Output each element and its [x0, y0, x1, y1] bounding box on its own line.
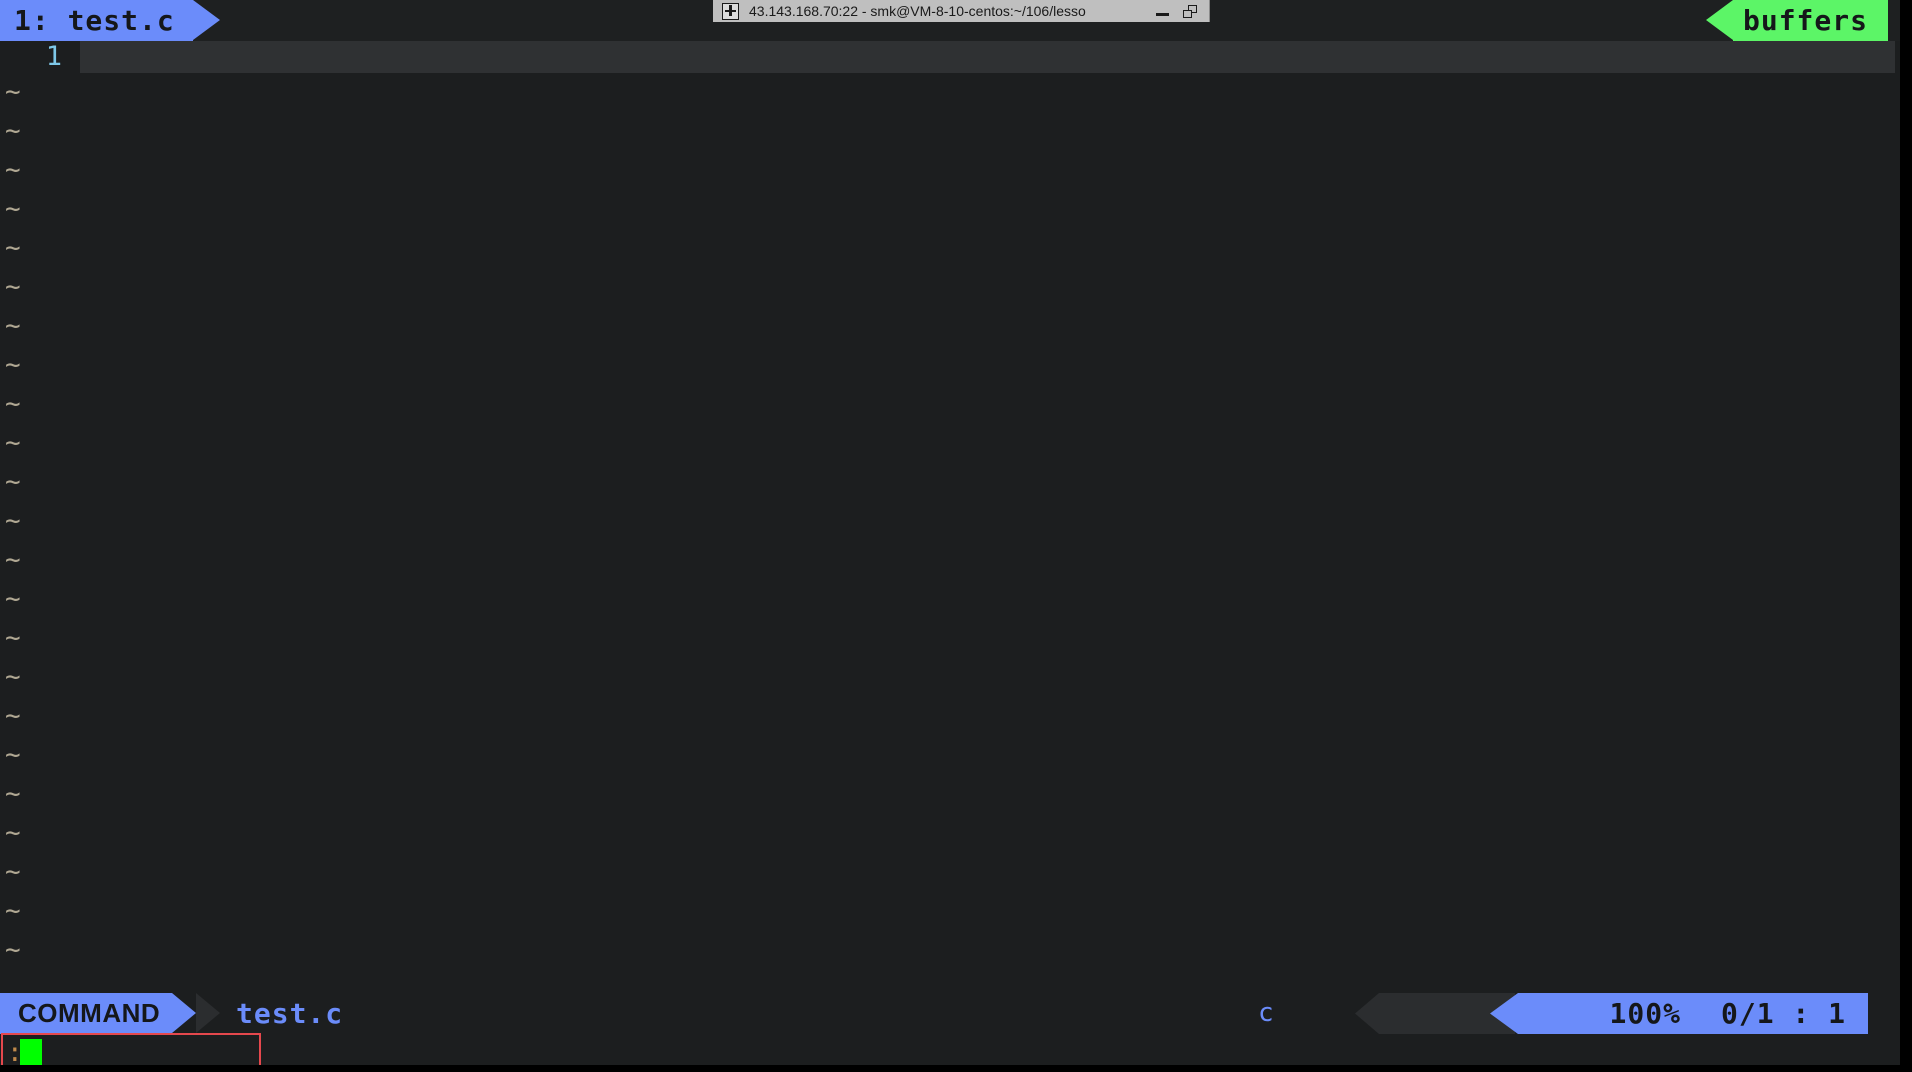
restore-icon[interactable] — [1183, 4, 1197, 18]
line-number: 1 — [45, 41, 62, 72]
tilde-marker: ~ — [5, 467, 21, 497]
tilde-marker: ~ — [5, 662, 21, 692]
window-controls — [1156, 4, 1197, 18]
tilde-marker: ~ — [5, 389, 21, 419]
window-titlebar[interactable]: 43.143.168.70:22 - smk@VM-8-10-centos:~/… — [713, 0, 1210, 22]
editor-area[interactable]: 1 ~ ~ ~ ~ ~ ~ ~ ~ ~ ~ ~ ~ ~ ~ ~ ~ ~ ~ ~ … — [0, 41, 1900, 993]
tilde-marker: ~ — [5, 155, 21, 185]
tilde-marker: ~ — [5, 935, 21, 965]
tilde-marker: ~ — [5, 350, 21, 380]
tilde-marker: ~ — [5, 116, 21, 146]
buffers-arrow-icon — [1705, 0, 1733, 40]
tilde-marker: ~ — [5, 896, 21, 926]
tilde-marker: ~ — [5, 506, 21, 536]
status-filetype: c — [1258, 998, 1274, 1028]
right-margin — [1900, 0, 1912, 1072]
buffers-tab[interactable]: buffers — [1705, 0, 1888, 41]
window-title: 43.143.168.70:22 - smk@VM-8-10-centos:~/… — [749, 3, 1086, 19]
status-position-group: 100% 0/1 : 1 — [1490, 993, 1868, 1034]
tilde-marker: ~ — [5, 584, 21, 614]
tab-arrow-icon — [192, 0, 220, 40]
status-separator-arrow-icon — [196, 993, 220, 1033]
tilde-marker: ~ — [5, 701, 21, 731]
block-cursor — [20, 1039, 42, 1067]
tab-label: 1: test.c — [14, 4, 175, 37]
tilde-marker: ~ — [5, 428, 21, 458]
status-filename: test.c — [236, 997, 344, 1030]
tilde-marker: ~ — [5, 740, 21, 770]
tilde-marker: ~ — [5, 623, 21, 653]
tilde-marker: ~ — [5, 77, 21, 107]
tilde-marker: ~ — [5, 311, 21, 341]
tilde-marker: ~ — [5, 857, 21, 887]
bottom-margin — [0, 1065, 1912, 1072]
buffers-label: buffers — [1742, 4, 1868, 37]
status-line-position: 0/1 : 1 — [1720, 997, 1846, 1030]
tilde-marker: ~ — [5, 818, 21, 848]
window-menu-icon[interactable] — [722, 2, 739, 20]
tilde-marker: ~ — [5, 545, 21, 575]
status-mode-arrow-icon — [172, 993, 197, 1033]
terminal-screen: 1: test.c buffers 1 ~ ~ ~ ~ ~ ~ ~ ~ ~ ~ … — [0, 0, 1912, 1072]
tilde-marker: ~ — [5, 779, 21, 809]
minimize-icon[interactable] — [1156, 12, 1169, 16]
statusline: COMMAND test.c c 100% 0/1 : 1 — [0, 993, 1900, 1034]
tab-test-c[interactable]: 1: test.c — [0, 0, 220, 41]
status-mode-label: COMMAND — [18, 998, 161, 1028]
empty-line-markers: ~ ~ ~ ~ ~ ~ ~ ~ ~ ~ ~ ~ ~ ~ ~ ~ ~ ~ ~ ~ … — [0, 73, 80, 993]
cursorline-highlight — [80, 41, 1895, 73]
status-percent: 100% — [1609, 997, 1681, 1030]
tilde-marker: ~ — [5, 272, 21, 302]
tilde-marker: ~ — [5, 233, 21, 263]
status-mode-badge: COMMAND — [0, 993, 197, 1034]
tilde-marker: ~ — [5, 194, 21, 224]
